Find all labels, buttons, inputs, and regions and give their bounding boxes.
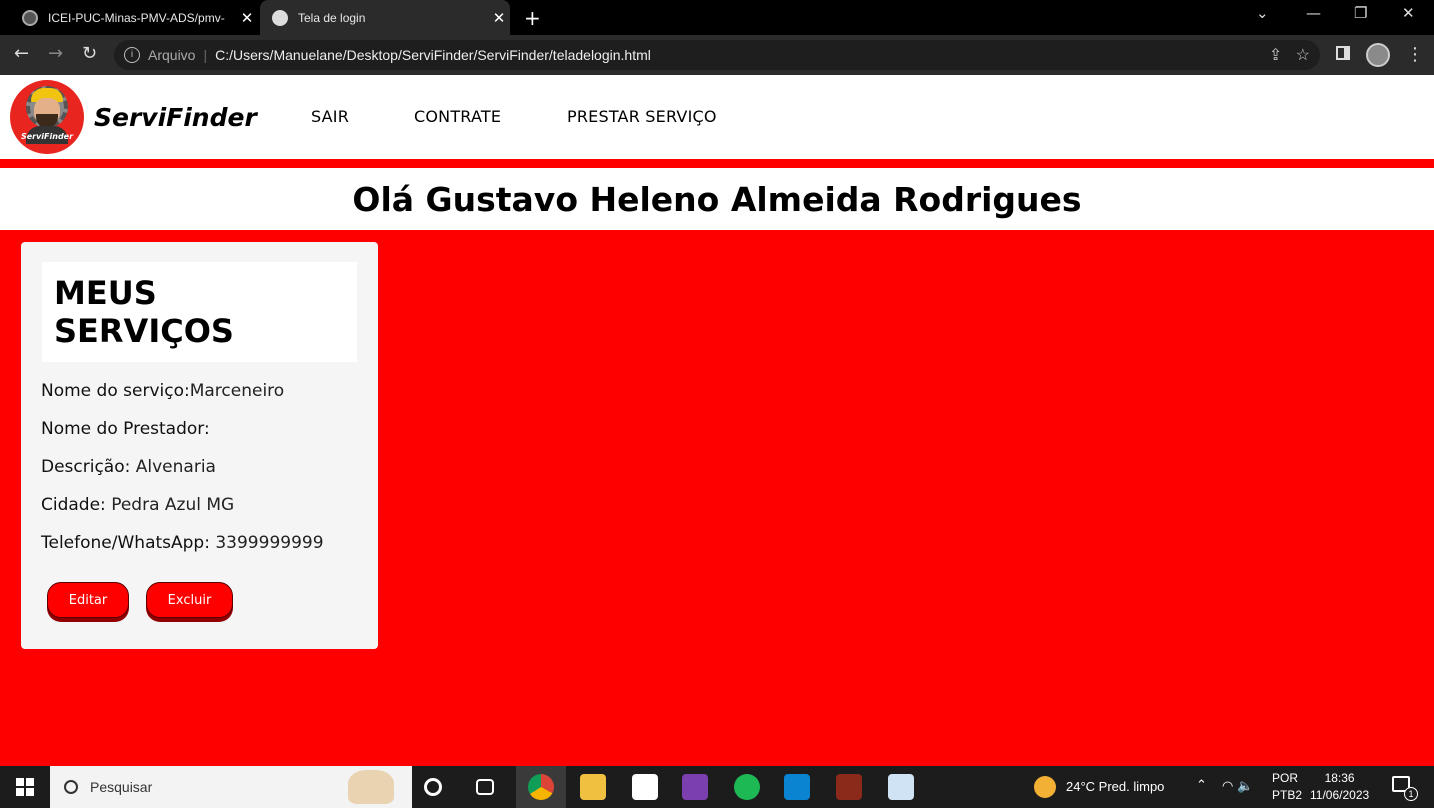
address-bar: ← → ↻ i Arquivo | C:/Users/Manuelane/Des…: [0, 35, 1434, 75]
search-highlight-image: [348, 770, 394, 804]
security-label: Arquivo: [148, 47, 196, 63]
divider: |: [203, 47, 208, 63]
file-explorer-icon[interactable]: [580, 774, 606, 800]
servifinder-logo[interactable]: ServiFinder: [10, 80, 84, 154]
reload-icon[interactable]: ↻: [82, 43, 97, 64]
restore-icon[interactable]: ❐: [1354, 4, 1367, 22]
search-icon: [64, 780, 78, 794]
task-view-icon[interactable]: [476, 779, 494, 795]
url-input[interactable]: i Arquivo | C:/Users/Manuelane/Desktop/S…: [114, 40, 1320, 70]
tray-chevron-icon[interactable]: ⌃: [1196, 777, 1207, 793]
forward-icon[interactable]: →: [48, 43, 63, 64]
nav-contrate[interactable]: CONTRATE: [414, 107, 501, 126]
site-header: ServiFinder ServiFinder SAIR CONTRATE PR…: [0, 75, 1434, 159]
notion-icon[interactable]: [632, 774, 658, 800]
chevron-down-icon[interactable]: ⌄: [1256, 4, 1269, 22]
tab-title: Tela de login: [298, 10, 366, 25]
taskbar: Pesquisar 24°C Pred. limpo ⌃ ◠ 🔈 POR PTB…: [0, 766, 1434, 808]
share-star-icons[interactable]: ⇪ ☆: [1269, 45, 1310, 65]
taskbar-search[interactable]: Pesquisar: [50, 766, 412, 808]
service-name-field: Nome do serviço:Marceneiro: [41, 381, 285, 401]
tab-github[interactable]: ICEI-PUC-Minas-PMV-ADS/pmv- ✕: [12, 0, 258, 35]
service-card: MEUS SERVIÇOS Nome do serviço:Marceneiro…: [21, 242, 378, 649]
cortana-icon[interactable]: [424, 778, 442, 796]
brand-name: ServiFinder: [94, 103, 257, 132]
card-header: MEUS SERVIÇOS: [42, 262, 357, 362]
new-tab-icon[interactable]: +: [524, 6, 541, 30]
nav-prestar-servico[interactable]: PRESTAR SERVIÇO: [567, 107, 717, 126]
side-panel-icon[interactable]: [1336, 46, 1350, 60]
globe-icon: [272, 9, 288, 26]
close-window-icon[interactable]: ✕: [1402, 4, 1415, 22]
url-text: C:/Users/Manuelane/Desktop/ServiFinder/S…: [215, 47, 651, 63]
back-icon[interactable]: ←: [14, 43, 29, 64]
search-placeholder: Pesquisar: [90, 779, 153, 795]
header-divider: [0, 159, 1434, 168]
date: 11/06/2023: [1310, 788, 1370, 802]
greeting-title: Olá Gustavo Heleno Almeida Rodrigues: [352, 180, 1082, 219]
delete-button[interactable]: Excluir: [146, 582, 233, 618]
time: 18:36: [1324, 771, 1355, 785]
onenote-icon[interactable]: [682, 774, 708, 800]
language-indicator[interactable]: POR PTB2: [1272, 770, 1302, 804]
close-tab-icon[interactable]: ✕: [488, 9, 510, 27]
weather-text[interactable]: 24°C Pred. limpo: [1066, 779, 1164, 794]
github-icon: [22, 9, 38, 26]
phone-field: Telefone/WhatsApp: 3399999999: [41, 533, 324, 553]
vscode-icon[interactable]: [784, 774, 810, 800]
profile-avatar[interactable]: [1366, 43, 1390, 67]
page: ServiFinder ServiFinder SAIR CONTRATE PR…: [0, 75, 1434, 766]
clock[interactable]: 18:36 11/06/2023: [1310, 770, 1369, 804]
network-volume-icons[interactable]: ◠ 🔈: [1222, 778, 1253, 794]
greeting-banner: Olá Gustavo Heleno Almeida Rodrigues: [0, 168, 1434, 230]
weather-icon[interactable]: [1034, 776, 1056, 798]
logo-text: ServiFinder: [20, 132, 74, 141]
windows-start-icon[interactable]: [16, 778, 34, 796]
edit-button[interactable]: Editar: [47, 582, 129, 618]
tab-login[interactable]: Tela de login ✕: [260, 0, 510, 35]
info-icon[interactable]: i: [124, 47, 140, 63]
image-viewer-icon[interactable]: [888, 774, 914, 800]
minimize-icon[interactable]: —: [1306, 4, 1321, 22]
spotify-icon[interactable]: [734, 774, 760, 800]
app-icon[interactable]: [836, 774, 862, 800]
browser-tab-bar: ICEI-PUC-Minas-PMV-ADS/pmv- ✕ Tela de lo…: [0, 0, 1434, 35]
card-title: MEUS SERVIÇOS: [54, 274, 234, 350]
menu-kebab-icon[interactable]: ⋮: [1406, 44, 1424, 65]
notification-count: 1: [1404, 787, 1418, 801]
city-field: Cidade: Pedra Azul MG: [41, 495, 235, 515]
chrome-icon: [528, 774, 554, 800]
chrome-taskbar-item[interactable]: [516, 766, 566, 808]
nav-sair[interactable]: SAIR: [311, 107, 349, 126]
provider-name-field: Nome do Prestador:: [41, 419, 210, 439]
tab-title: ICEI-PUC-Minas-PMV-ADS/pmv-: [48, 10, 225, 25]
close-tab-icon[interactable]: ✕: [236, 9, 258, 27]
description-field: Descrição: Alvenaria: [41, 457, 216, 477]
